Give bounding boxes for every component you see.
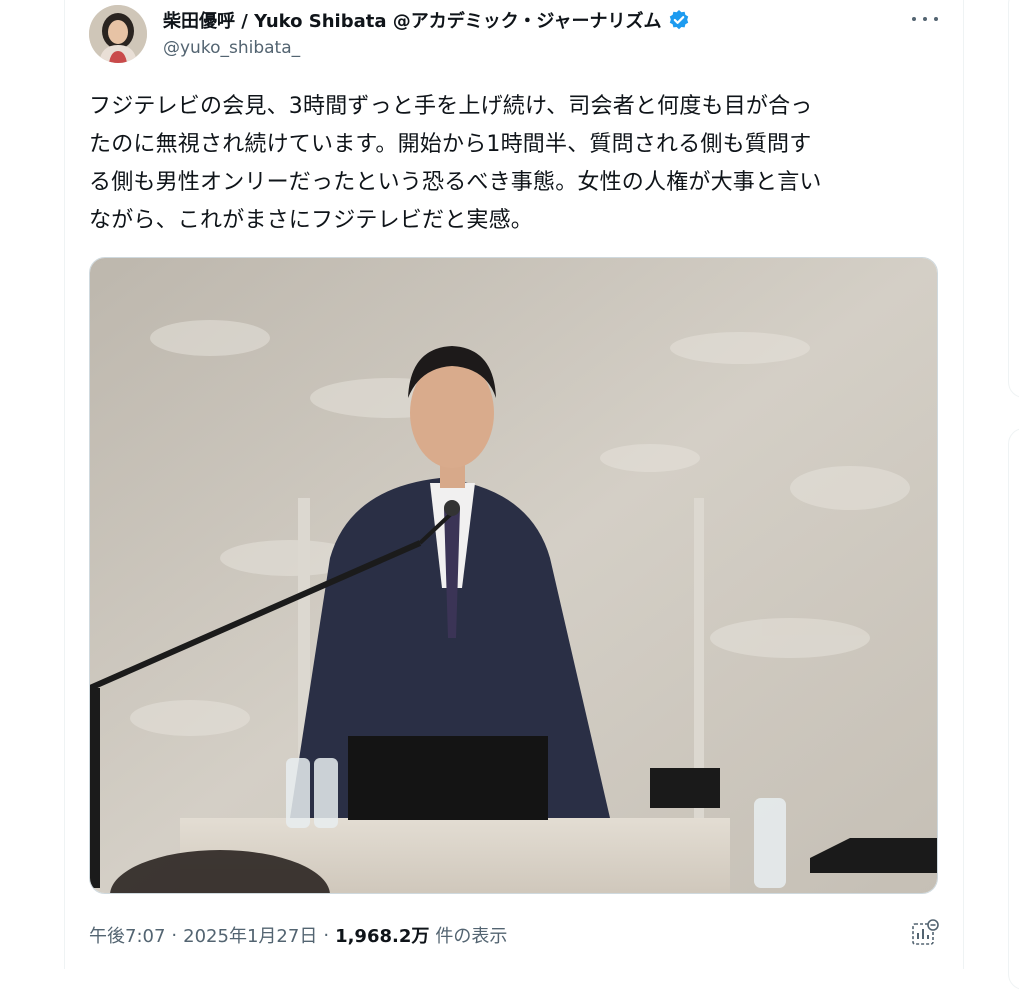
views-count: 1,968.2万 [335, 926, 430, 947]
tweet-text-line: る側も男性オンリーだったという恐るべき事態。女性の人権が大事と言い [89, 170, 822, 195]
author-handle[interactable]: @yuko_shibata_ [163, 38, 300, 58]
analytics-icon[interactable] [910, 918, 940, 948]
tweet-text: フジテレビの会見、3時間ずっと手を上げ続け、司会者と何度も目が合っ たのに無視さ… [89, 88, 929, 240]
avatar[interactable] [89, 5, 147, 63]
tweet-text-line: ながら、これがまさにフジテレビだと実感。 [89, 208, 534, 233]
timeline-right-border [963, 0, 964, 969]
meta-separator: · [171, 924, 178, 946]
tweet-date[interactable]: 2025年1月27日 [183, 922, 317, 948]
verified-badge-icon[interactable] [668, 9, 690, 31]
tweet-text-line: フジテレビの会見、3時間ずっと手を上げ続け、司会者と何度も目が合っ [89, 94, 813, 119]
meta-separator: · [323, 924, 330, 946]
tweet-photo[interactable] [89, 257, 938, 894]
author-display-name[interactable]: 柴田優呼 / Yuko Shibata @アカデミック・ジャーナリズム [163, 7, 662, 33]
author-name-row[interactable]: 柴田優呼 / Yuko Shibata @アカデミック・ジャーナリズム [163, 6, 690, 34]
tweet-time[interactable]: 午後7:07 [89, 922, 165, 948]
timeline-left-border [64, 0, 65, 969]
sidebar-card [1008, 428, 1019, 990]
tweet-meta: 午後7:07 · 2025年1月27日 · 1,968.2万 件の表示 [89, 921, 507, 949]
views-label: 件の表示 [435, 926, 508, 947]
sidebar-card [1008, 0, 1019, 398]
more-options-icon[interactable] [912, 10, 938, 28]
tweet-text-line: たのに無視され続けています。開始から1時間半、質問される側も質問す [89, 132, 812, 157]
